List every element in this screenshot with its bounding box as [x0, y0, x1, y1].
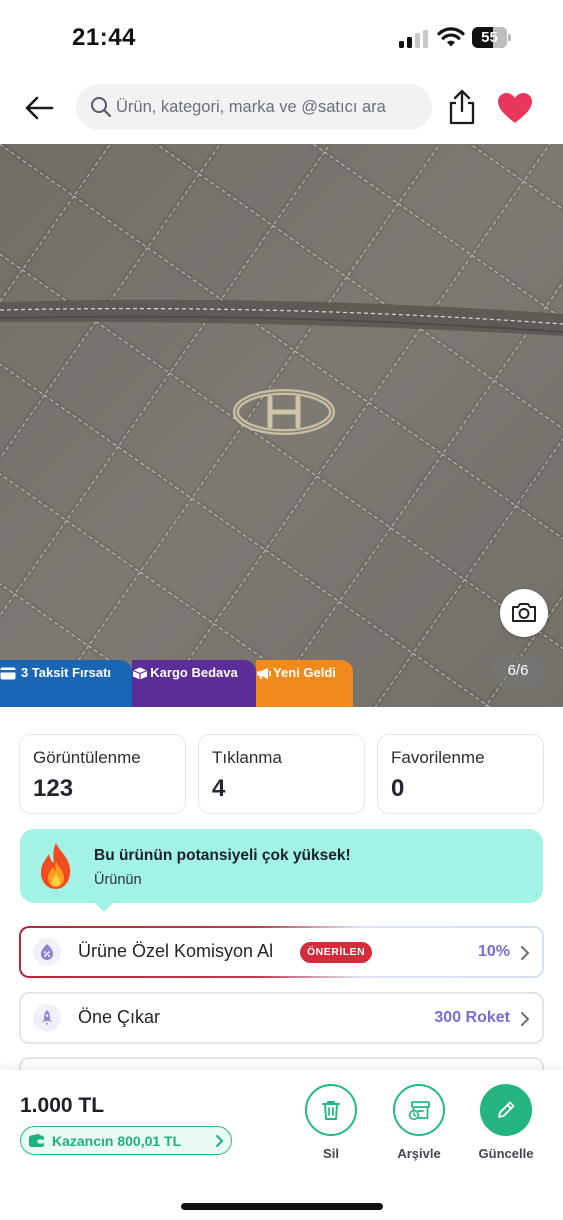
update-button[interactable]: Güncelle [461, 1084, 551, 1170]
rocket-icon [33, 1004, 61, 1032]
status-bar: 21:44 55 [0, 0, 563, 72]
stat-value: 0 [391, 775, 405, 802]
home-indicator [181, 1203, 383, 1210]
recommended-badge: ÖNERİLEN [300, 942, 373, 963]
back-arrow-icon[interactable] [22, 92, 56, 124]
row-value: 300 Roket [434, 1009, 510, 1026]
camera-button[interactable] [500, 589, 548, 637]
image-counter: 6/6 [492, 656, 544, 686]
chevron-right-icon [521, 1012, 529, 1026]
price: 1.000 TL [20, 1094, 105, 1117]
stat-label: Tıklanma [212, 748, 282, 767]
quilted-fabric-photo [0, 144, 563, 707]
stat-value: 123 [33, 775, 74, 802]
banner-pointer [93, 901, 115, 912]
stat-card-favorites: Favorilenme 0 [377, 734, 544, 814]
chevron-right-icon [216, 1135, 223, 1147]
commission-icon [33, 938, 61, 966]
potential-banner: Bu ürünün potansiyeli çok yüksek! Ürünün [20, 829, 543, 912]
status-time: 21:44 [72, 24, 136, 51]
badge-yeni: Yeni Geldi [256, 660, 353, 707]
button-label: Güncelle [478, 1146, 534, 1161]
trash-icon [322, 1101, 340, 1120]
earnings-text: Kazancın 800,01 TL [52, 1133, 182, 1149]
earnings-pill[interactable]: Kazancın 800,01 TL [20, 1126, 232, 1155]
signal-icon [399, 30, 429, 48]
wallet-icon [29, 1133, 44, 1147]
row-label: Ürüne Özel Komisyon Al [78, 941, 274, 961]
chevron-right-icon [521, 946, 529, 960]
search-icon [91, 97, 112, 118]
commission-row[interactable]: Ürüne Özel Komisyon Al ÖNERİLEN 10% [19, 926, 544, 978]
stat-card-clicks: Tıklanma 4 [198, 734, 365, 814]
megaphone-icon [257, 668, 271, 680]
wifi-icon [437, 27, 465, 47]
stat-card-views: Görüntülenme 123 [19, 734, 186, 814]
fire-icon [41, 843, 71, 889]
highlight-row[interactable]: Öne Çıkar 300 Roket [19, 992, 544, 1044]
share-icon[interactable] [446, 88, 478, 126]
row-label: Öne Çıkar [78, 1007, 161, 1027]
bottom-bar: 1.000 TL Kazancın 800,01 TL Sil Arşivle … [0, 1070, 563, 1220]
stat-label: Görüntülenme [33, 748, 141, 767]
badge-label: 3 Taksit Fırsatı [20, 665, 112, 680]
battery-level: 55 [481, 29, 498, 46]
card-icon [0, 667, 16, 680]
heart-icon[interactable] [497, 92, 533, 124]
potential-subtitle: Ürünün [94, 872, 142, 888]
delete-button[interactable]: Sil [286, 1084, 376, 1170]
camera-icon [512, 603, 536, 622]
badge-taksit: 3 Taksit Fırsatı [0, 660, 132, 707]
archive-button[interactable]: Arşivle [374, 1084, 464, 1170]
row-value: 10% [477, 943, 510, 960]
box-icon [132, 667, 148, 680]
button-label: Sil [323, 1146, 339, 1161]
badge-label: Kargo Bedava [150, 665, 238, 680]
stat-value: 4 [212, 775, 226, 802]
potential-title: Bu ürünün potansiyeli çok yüksek! [94, 847, 351, 864]
archive-icon [408, 1101, 430, 1121]
button-label: Arşivle [397, 1146, 441, 1161]
header [0, 72, 563, 144]
battery-icon: 55 [472, 27, 512, 48]
badge-kargo: Kargo Bedava [132, 660, 256, 707]
search-box[interactable] [76, 84, 432, 130]
product-image[interactable]: 6/6 3 Taksit Fırsatı Kargo Bedava Yeni G… [0, 144, 563, 707]
search-input[interactable] [116, 84, 421, 130]
pencil-icon [498, 1101, 515, 1118]
stat-label: Favorilenme [391, 748, 485, 767]
